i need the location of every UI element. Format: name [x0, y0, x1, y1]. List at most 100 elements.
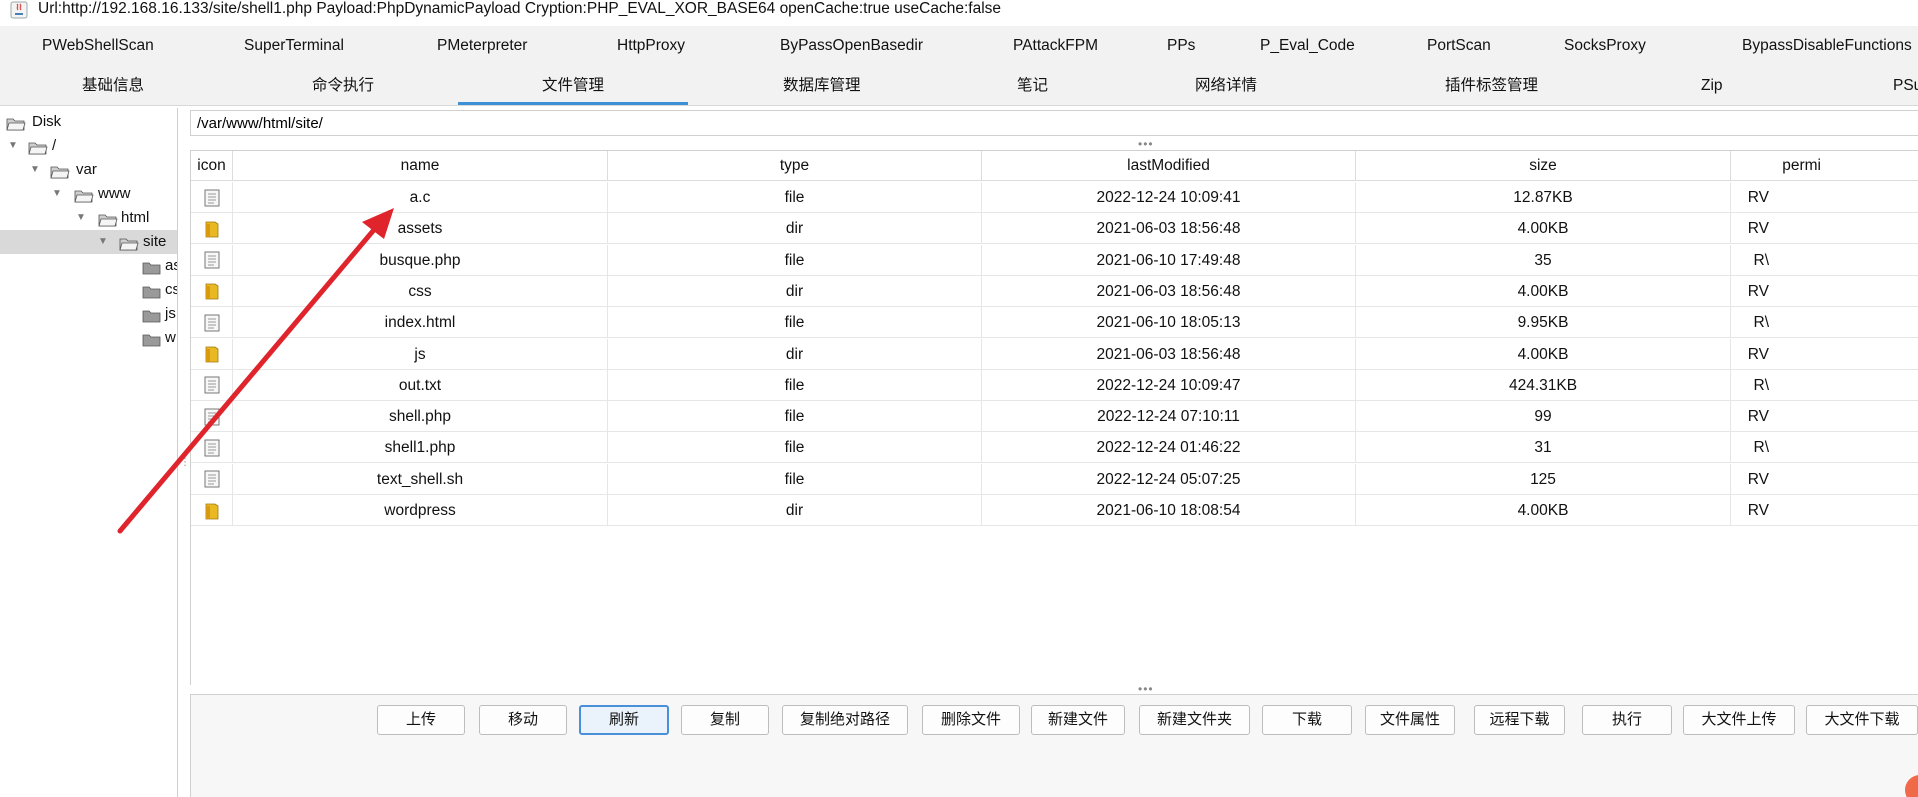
folder-icon [119, 235, 139, 251]
plugin-tab-bypassopenbasedir[interactable]: ByPassOpenBasedir [780, 26, 923, 66]
cell-size: 9.95KB [1356, 307, 1731, 339]
action-button-11[interactable]: 执行 [1582, 705, 1672, 735]
folder-icon [142, 259, 162, 275]
tree-node-label: as [165, 257, 177, 274]
cell-size: 424.31KB [1356, 369, 1731, 401]
action-button-5[interactable]: 删除文件 [922, 705, 1020, 735]
action-button-4[interactable]: 复制绝对路径 [782, 705, 908, 735]
table-row[interactable]: shell1.php file 2022-12-24 01:46:22 31 R\ [191, 432, 1918, 464]
cell-lastmodified: 2021-06-10 18:08:54 [982, 495, 1356, 526]
tree-node[interactable]: Disk [0, 110, 177, 134]
expand-arrow-icon[interactable]: ▼ [6, 134, 20, 158]
column-header-size[interactable]: size [1356, 151, 1731, 181]
plugin-tab-superterminal[interactable]: SuperTerminal [244, 26, 344, 66]
splitter-handle-icon[interactable]: ••• [1138, 683, 1154, 695]
title-bar: Url:http://192.168.16.133/site/shell1.ph… [0, 0, 1918, 22]
tab-8[interactable]: PSu [1893, 66, 1918, 106]
plugin-tab-bypassdisablefunctions[interactable]: BypassDisableFunctions [1742, 26, 1912, 66]
cell-lastmodified: 2021-06-10 17:49:48 [982, 244, 1356, 276]
action-button-10[interactable]: 远程下载 [1474, 705, 1565, 735]
cell-perm: R\ [1753, 251, 1770, 269]
column-header-icon[interactable]: icon [191, 151, 233, 181]
table-row[interactable]: index.html file 2021-06-10 18:05:13 9.95KB R… [191, 307, 1918, 339]
path-input[interactable] [190, 110, 1918, 136]
tab-7[interactable]: Zip [1701, 66, 1723, 106]
cell-perm: RV [1747, 282, 1769, 300]
tree-node[interactable]: ▼ / [0, 134, 177, 158]
table-row[interactable]: out.txt file 2022-12-24 10:09:47 424.31KB R\ [191, 369, 1918, 401]
cell-lastmodified: 2021-06-03 18:56:48 [982, 275, 1356, 307]
tab-6[interactable]: 插件标签管理 [1445, 66, 1538, 106]
table-row[interactable]: text_shell.sh file 2022-12-24 05:07:25 125 R… [191, 463, 1918, 495]
folder-icon [191, 213, 233, 245]
action-button-8[interactable]: 下载 [1262, 705, 1352, 735]
tree-node[interactable]: w [0, 326, 177, 350]
tab-4[interactable]: 笔记 [1017, 66, 1048, 106]
tab-5[interactable]: 网络详情 [1195, 66, 1257, 106]
tree-node[interactable]: ▼ var [0, 158, 177, 182]
tree-node[interactable]: as [0, 254, 177, 278]
tab-2[interactable]: 文件管理 [542, 66, 604, 106]
plugin-tab-bar: PWebShellScan SuperTerminal PMeterpreter Ht… [0, 26, 1918, 66]
tab-3[interactable]: 数据库管理 [783, 66, 861, 106]
table-row[interactable]: busque.php file 2021-06-10 17:49:48 35 R\ [191, 244, 1918, 276]
plugin-tab-httpproxy[interactable]: HttpProxy [617, 26, 685, 66]
plugin-tab-p-eval-code[interactable]: P_Eval_Code [1260, 26, 1355, 66]
expand-arrow-icon[interactable]: ▼ [74, 206, 88, 230]
action-button-9[interactable]: 文件属性 [1365, 705, 1455, 735]
action-button-12[interactable]: 大文件上传 [1683, 705, 1795, 735]
document-icon [191, 401, 233, 433]
tree-node[interactable]: ▼ html [0, 206, 177, 230]
action-button-6[interactable]: 新建文件 [1031, 705, 1125, 735]
cell-perm: RV [1747, 189, 1769, 206]
tab-1[interactable]: 命令执行 [312, 66, 374, 106]
column-header-lastmodified[interactable]: lastModified [982, 151, 1356, 181]
table-row[interactable]: a.c file 2022-12-24 10:09:41 12.87KB RV [191, 182, 1918, 213]
tree-node-label: www [98, 185, 131, 202]
column-header-permi[interactable]: permi [1731, 151, 1918, 181]
action-button-13[interactable]: 大文件下载 [1806, 705, 1918, 735]
expand-arrow-icon[interactable]: ▼ [50, 182, 64, 206]
java-app-icon [10, 1, 28, 19]
action-button-7[interactable]: 新建文件夹 [1139, 705, 1250, 735]
action-button-3[interactable]: 复制 [681, 705, 769, 735]
expand-arrow-icon[interactable]: ▼ [96, 230, 110, 254]
action-button-1[interactable]: 移动 [479, 705, 567, 735]
cell-name: text_shell.sh [233, 463, 608, 495]
splitter-handle-icon[interactable]: ••• [1138, 138, 1154, 150]
table-row[interactable]: css dir 2021-06-03 18:56:48 4.00KB RV [191, 275, 1918, 307]
column-header-type[interactable]: type [608, 151, 982, 181]
plugin-tab-pps[interactable]: PPs [1167, 26, 1195, 66]
tree-node[interactable]: ▼ www [0, 182, 177, 206]
file-table[interactable]: icon name type lastModified size permi a.c fil… [190, 150, 1918, 685]
tree-node[interactable]: cs [0, 278, 177, 302]
cell-type: file [608, 182, 982, 213]
plugin-tab-pwebshellscan[interactable]: PWebShellScan [42, 26, 154, 66]
action-button-2[interactable]: 刷新 [579, 705, 669, 735]
table-row[interactable]: js dir 2021-06-03 18:56:48 4.00KB RV [191, 338, 1918, 370]
cell-type: dir [608, 338, 982, 370]
tab-0[interactable]: 基础信息 [82, 66, 144, 106]
table-header: icon name type lastModified size permi [191, 151, 1918, 181]
action-button-0[interactable]: 上传 [377, 705, 465, 735]
splitter-grip-icon[interactable]: ⋮ [180, 458, 190, 480]
plugin-tab-pmeterpreter[interactable]: PMeterpreter [437, 26, 527, 66]
tree-node[interactable]: ▼ site [0, 230, 177, 254]
plugin-tab-pattackfpm[interactable]: PAttackFPM [1013, 26, 1098, 66]
cell-size: 4.00KB [1356, 495, 1731, 526]
cell-size: 125 [1356, 463, 1731, 495]
expand-arrow-icon[interactable]: ▼ [28, 158, 42, 182]
column-header-name[interactable]: name [233, 151, 608, 181]
table-row[interactable]: shell.php file 2022-12-24 07:10:11 99 RV [191, 401, 1918, 433]
plugin-tab-socksproxy[interactable]: SocksProxy [1564, 26, 1646, 66]
directory-tree[interactable]: Disk▼/▼var▼www▼html▼siteascsjsw [0, 108, 178, 797]
table-row[interactable]: assets dir 2021-06-03 18:56:48 4.00KB RV [191, 213, 1918, 245]
folder-icon [142, 283, 162, 299]
tree-node-label: html [121, 209, 150, 226]
plugin-tab-portscan[interactable]: PortScan [1427, 26, 1491, 66]
table-row[interactable]: wordpress dir 2021-06-10 18:08:54 4.00KB RV [191, 495, 1918, 526]
folder-icon [191, 275, 233, 307]
cell-perm: RV [1747, 470, 1769, 488]
tree-node[interactable]: js [0, 302, 177, 326]
document-icon [191, 182, 233, 213]
